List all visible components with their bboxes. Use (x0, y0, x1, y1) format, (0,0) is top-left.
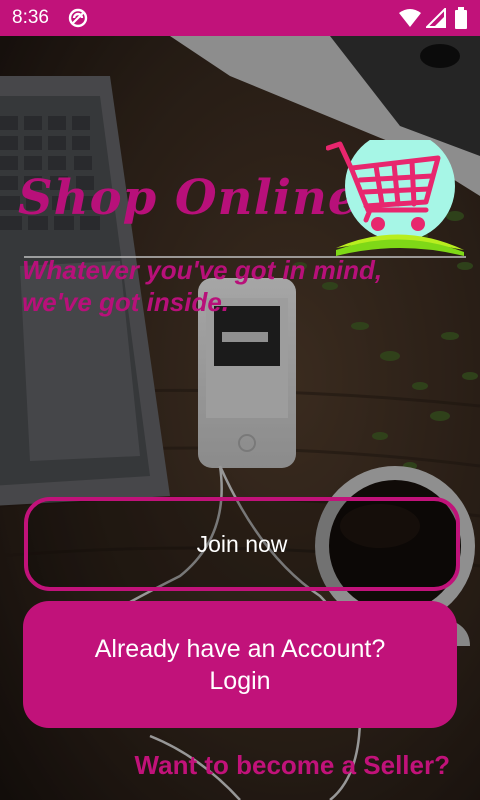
status-bar: 8:36 (0, 0, 480, 36)
login-label: Login (209, 666, 271, 695)
status-time: 8:36 (12, 7, 49, 28)
do-not-disturb-icon (68, 8, 88, 32)
app-title: Shop Online (18, 170, 360, 226)
battery-icon (454, 7, 468, 33)
signal-icon (424, 6, 446, 32)
login-prompt-label: Already have an Account? (94, 634, 386, 663)
become-seller-link[interactable]: Want to become a Seller? (135, 750, 450, 781)
wifi-icon (398, 8, 422, 32)
login-button[interactable]: Already have an Account? Login (23, 601, 457, 728)
join-now-label: Join now (196, 530, 288, 557)
join-now-button[interactable]: Join now (24, 497, 460, 591)
tagline: Whatever you've got in mind, we've got i… (22, 255, 383, 317)
shopping-cart-icon (325, 131, 466, 264)
